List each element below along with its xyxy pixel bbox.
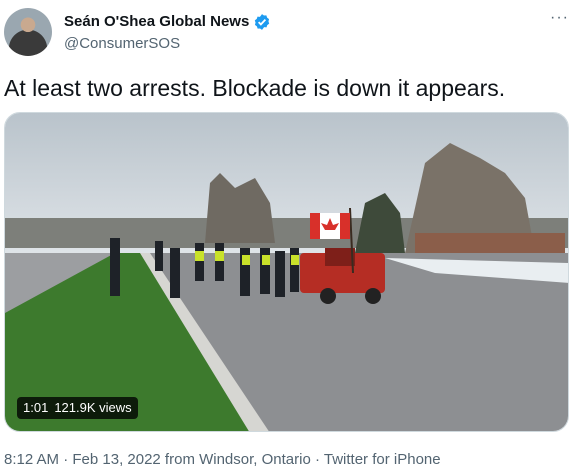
video-frame [5, 113, 568, 431]
author-display-name-row[interactable]: Seán O'Shea Global News [64, 12, 271, 32]
author-block: Seán O'Shea Global News @ConsumerSOS [64, 12, 271, 54]
video-views: 121.9K views [54, 400, 132, 415]
video-info-badge: 1:01 121.9K views [17, 397, 138, 419]
author-display-name[interactable]: Seán O'Shea Global News [64, 12, 249, 32]
video-duration: 1:01 [23, 400, 49, 415]
avatar[interactable] [4, 8, 52, 56]
tweet-header: Seán O'Shea Global News @ConsumerSOS ··· [4, 8, 573, 58]
tweet-text: At least two arrests. Blockade is down i… [4, 75, 506, 101]
author-handle[interactable]: @ConsumerSOS [64, 34, 271, 54]
video-player[interactable]: 1:01 121.9K views [4, 112, 569, 432]
tweet-meta[interactable]: 8:12 AM · Feb 13, 2022 from Windsor, Ont… [4, 450, 441, 470]
more-options-icon[interactable]: ··· [550, 10, 569, 26]
verified-badge-icon [255, 14, 270, 30]
